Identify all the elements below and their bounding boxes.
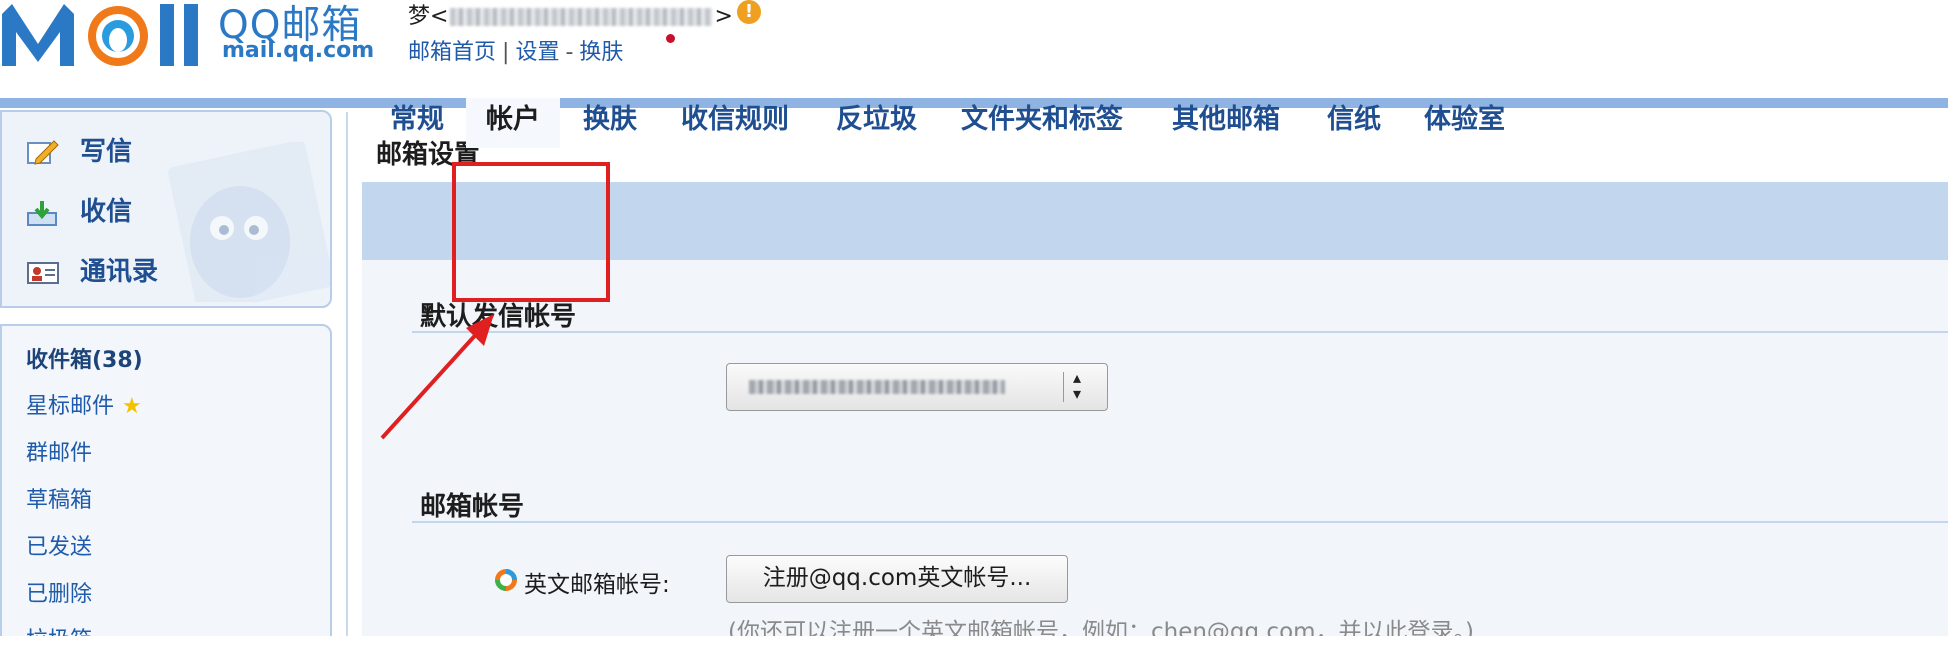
tab-folders-labels[interactable]: 文件夹和标签 (961, 98, 1123, 148)
compose-label: 写信 (80, 137, 133, 167)
star-icon: ★ (122, 394, 142, 419)
default-sender-select[interactable]: ▴ ▾ (726, 363, 1108, 411)
sidebar-actions: 写信 收信 通讯录 (0, 110, 332, 308)
folder-inbox[interactable]: 收件箱(38) (26, 346, 143, 376)
user-account: 梦< > (408, 0, 733, 30)
folder-sent[interactable]: 已发送 (26, 533, 92, 563)
page-bottom-edge (0, 636, 1948, 670)
settings-content (362, 260, 1948, 670)
inbox-download-icon (27, 200, 57, 226)
new-dot-icon (666, 34, 675, 43)
top-links: 邮箱首页 | 设置 - 换肤 (408, 34, 623, 66)
blurred-email (749, 380, 1005, 394)
select-arrows-icon: ▴ ▾ (1073, 368, 1082, 403)
link-mail-home[interactable]: 邮箱首页 (408, 40, 496, 65)
tab-anti-spam[interactable]: 反垃圾 (836, 98, 917, 148)
tab-general[interactable]: 常规 (390, 98, 444, 148)
annotation-highlight-box (452, 162, 610, 302)
receive-button[interactable]: 收信 (26, 192, 132, 232)
tab-lab[interactable]: 体验室 (1424, 98, 1505, 148)
link-skin[interactable]: 换肤 (579, 40, 623, 65)
contacts-button[interactable]: 通讯录 (26, 252, 158, 292)
section-divider (412, 521, 1948, 523)
warning-icon[interactable]: ! (737, 0, 761, 24)
user-name: 梦< (408, 4, 449, 29)
select-divider (1063, 372, 1064, 402)
qqmail-logo[interactable] (0, 0, 210, 70)
tab-other-mailboxes[interactable]: 其他邮箱 (1172, 98, 1280, 148)
penguin-watermark-icon (168, 142, 330, 302)
folder-group-mail[interactable]: 群邮件 (26, 439, 92, 469)
english-account-label: 英文邮箱帐号: (524, 572, 670, 598)
tab-stationery[interactable]: 信纸 (1327, 98, 1381, 148)
logo-domain: mail.qq.com (222, 38, 375, 63)
tab-skin[interactable]: 换肤 (583, 98, 637, 148)
contacts-card-icon (27, 261, 59, 284)
user-close: > (714, 4, 733, 29)
register-english-account-button[interactable]: 注册@qq.com英文帐号... (726, 555, 1068, 603)
folder-list: 收件箱(38) 星标邮件★ 群邮件 草稿箱 已发送 已删除 垃圾箱 (0, 324, 332, 670)
folder-deleted[interactable]: 已删除 (26, 580, 92, 610)
receive-label: 收信 (80, 197, 133, 227)
tab-account[interactable]: 帐户 (466, 98, 560, 148)
section-mail-account: 邮箱帐号 (420, 492, 525, 522)
tab-receive-rules[interactable]: 收信规则 (681, 98, 789, 148)
annotation-arrow-icon (380, 314, 494, 440)
qq-color-icon (495, 569, 517, 591)
top-header: QQ邮箱 mail.qq.com 梦< > ! 邮箱首页 | 设置 - 换肤 (0, 0, 1948, 100)
folder-starred[interactable]: 星标邮件 ★ (26, 392, 142, 422)
compose-button[interactable]: 写信 (26, 132, 132, 172)
contacts-label: 通讯录 (80, 257, 159, 287)
link-separator: | (502, 40, 510, 65)
blurred-email (450, 8, 713, 26)
folder-drafts[interactable]: 草稿箱 (26, 486, 92, 516)
compose-icon (27, 139, 59, 165)
link-separator: - (565, 40, 574, 65)
section-divider (412, 331, 1948, 333)
link-settings[interactable]: 设置 (515, 40, 559, 65)
folder-starred-label: 星标邮件 (26, 394, 115, 419)
